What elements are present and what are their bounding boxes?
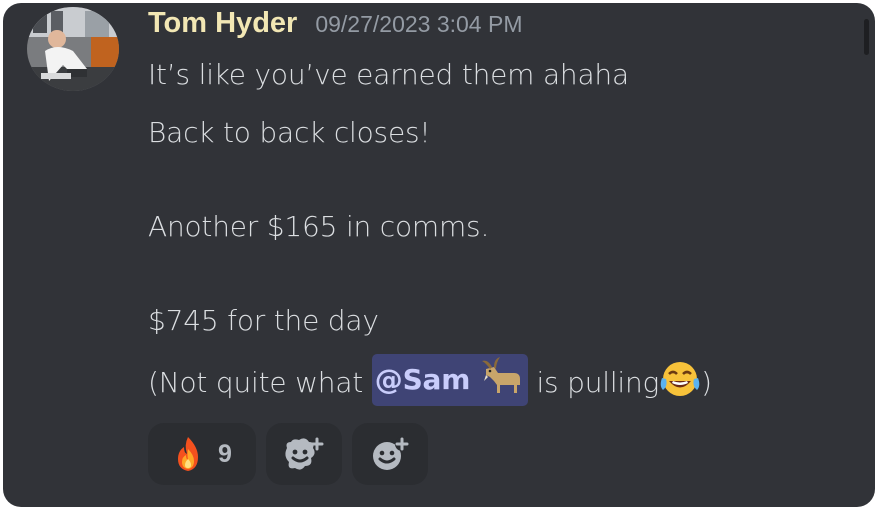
add-super-reaction-icon <box>285 437 324 470</box>
add-reaction-icon <box>373 437 409 470</box>
fire-emoji <box>178 437 199 471</box>
add-super-reaction-button[interactable] <box>266 423 342 485</box>
avatar[interactable] <box>27 7 119 91</box>
message-line: It’s like you’ve earned them ahaha <box>148 58 629 91</box>
reaction-fire[interactable]: 9 <box>148 423 256 485</box>
message-card: Tom Hyder 09/27/2023 3:04 PM It’s like y… <box>3 3 875 507</box>
message-header: Tom Hyder 09/27/2023 3:04 PM <box>148 7 523 41</box>
reaction-count: 9 <box>218 439 232 468</box>
message-text: (Not quite what <box>148 366 372 399</box>
add-reaction-button[interactable] <box>352 423 428 485</box>
message-line: Another $165 in comms. <box>148 210 490 243</box>
message-line-mention: (Not quite what @Sam is pulling) <box>148 354 712 406</box>
message-line: Back to back closes! <box>148 116 431 149</box>
author-name[interactable]: Tom Hyder <box>148 7 297 40</box>
goat-emoji <box>481 357 520 393</box>
mention-label: @Sam <box>374 363 471 396</box>
user-mention[interactable]: @Sam <box>371 354 528 406</box>
scrollbar-thumb[interactable] <box>864 19 869 55</box>
timestamp: 09/27/2023 3:04 PM <box>315 11 523 37</box>
message-text: is pulling <box>527 366 660 399</box>
message-text: ) <box>701 366 712 399</box>
reactions-bar: 9 <box>148 423 428 485</box>
laughing-tears-emoji <box>660 362 700 396</box>
message-line: $745 for the day <box>148 304 379 337</box>
